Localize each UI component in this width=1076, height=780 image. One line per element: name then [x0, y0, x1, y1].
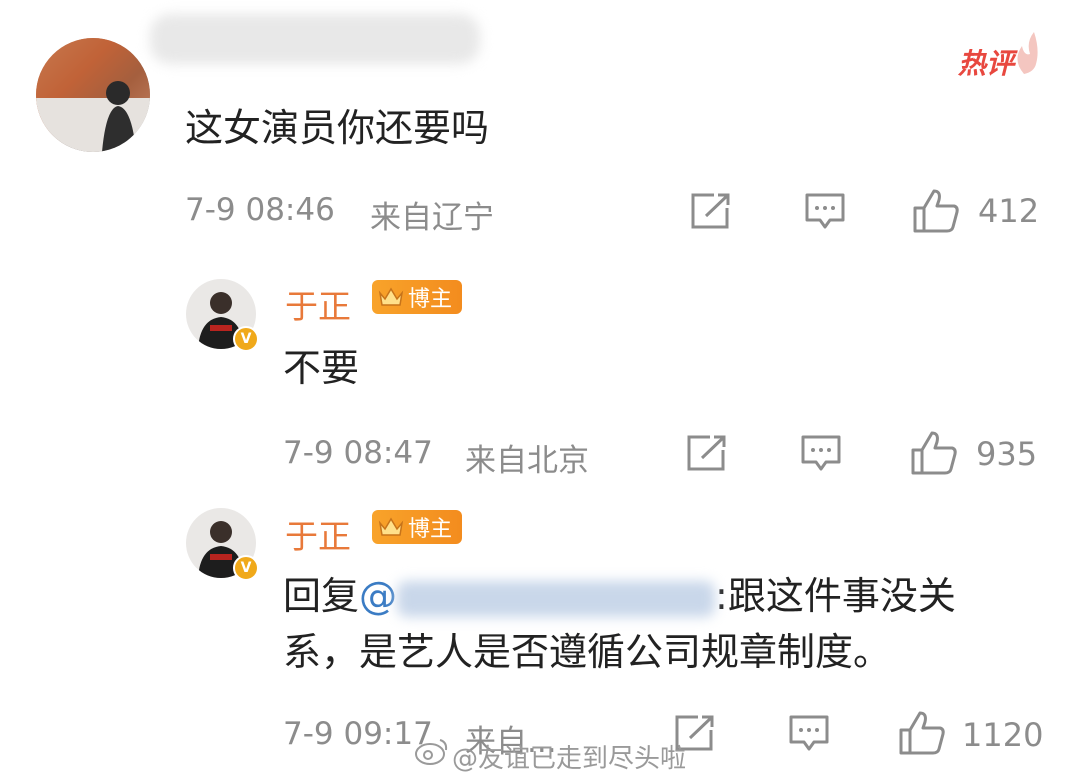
like-icon[interactable] [912, 188, 960, 234]
like-icon[interactable] [910, 430, 958, 476]
comment-text: 这女演员你还要吗 [185, 106, 490, 150]
commenter-avatar[interactable] [36, 38, 150, 152]
comment-icon[interactable] [788, 714, 830, 754]
reply-prefix: 回复 [283, 574, 360, 618]
reply-text-line1: :跟这件事没关 [715, 574, 956, 618]
reply-text-line2: 系，是艺人是否遵循公司规章制度。 [283, 630, 892, 674]
like-count: 935 [976, 435, 1038, 473]
person-silhouette-icon [36, 38, 150, 152]
author-name[interactable]: 于正 [285, 280, 351, 328]
reply-text: 不要 [283, 346, 360, 390]
commenter-name-redacted [150, 14, 480, 64]
flame-icon [1017, 32, 1038, 74]
like-count: 412 [978, 192, 1040, 230]
reply-time: 7-9 08:47 [283, 435, 433, 471]
verified-icon: V [233, 326, 259, 352]
hot-comment-badge: 热评 [958, 47, 1015, 80]
badge-label: 博主 [408, 287, 453, 312]
like-count: 1120 [962, 716, 1044, 754]
badge-label: 博主 [408, 517, 453, 542]
like-icon[interactable] [898, 710, 946, 756]
weibo-logo-icon [415, 739, 448, 765]
crown-icon [378, 517, 404, 536]
blogger-badge: 博主 [372, 280, 463, 314]
share-icon[interactable] [686, 434, 728, 472]
share-icon[interactable] [690, 192, 732, 230]
reply-text: 回复@ :跟这件事没关 系，是艺人是否遵循公司规章制度。 [283, 568, 1023, 680]
comment-icon[interactable] [804, 192, 846, 232]
verified-icon: V [233, 555, 259, 581]
comment-icon[interactable] [800, 434, 842, 474]
comment-time: 7-9 08:46 [185, 192, 335, 228]
mention-name-redacted[interactable] [397, 580, 716, 617]
reply-time: 7-9 09:17 [283, 716, 433, 752]
reply-location: 来自北京 [465, 443, 589, 479]
watermark-text: @友谊已走到尽头啦 [452, 744, 687, 774]
author-name[interactable]: 于正 [285, 510, 351, 558]
blogger-badge: 博主 [372, 510, 463, 544]
comment-location: 来自辽宁 [370, 200, 494, 236]
crown-icon [378, 287, 404, 306]
mention-link[interactable]: @ [359, 574, 397, 618]
